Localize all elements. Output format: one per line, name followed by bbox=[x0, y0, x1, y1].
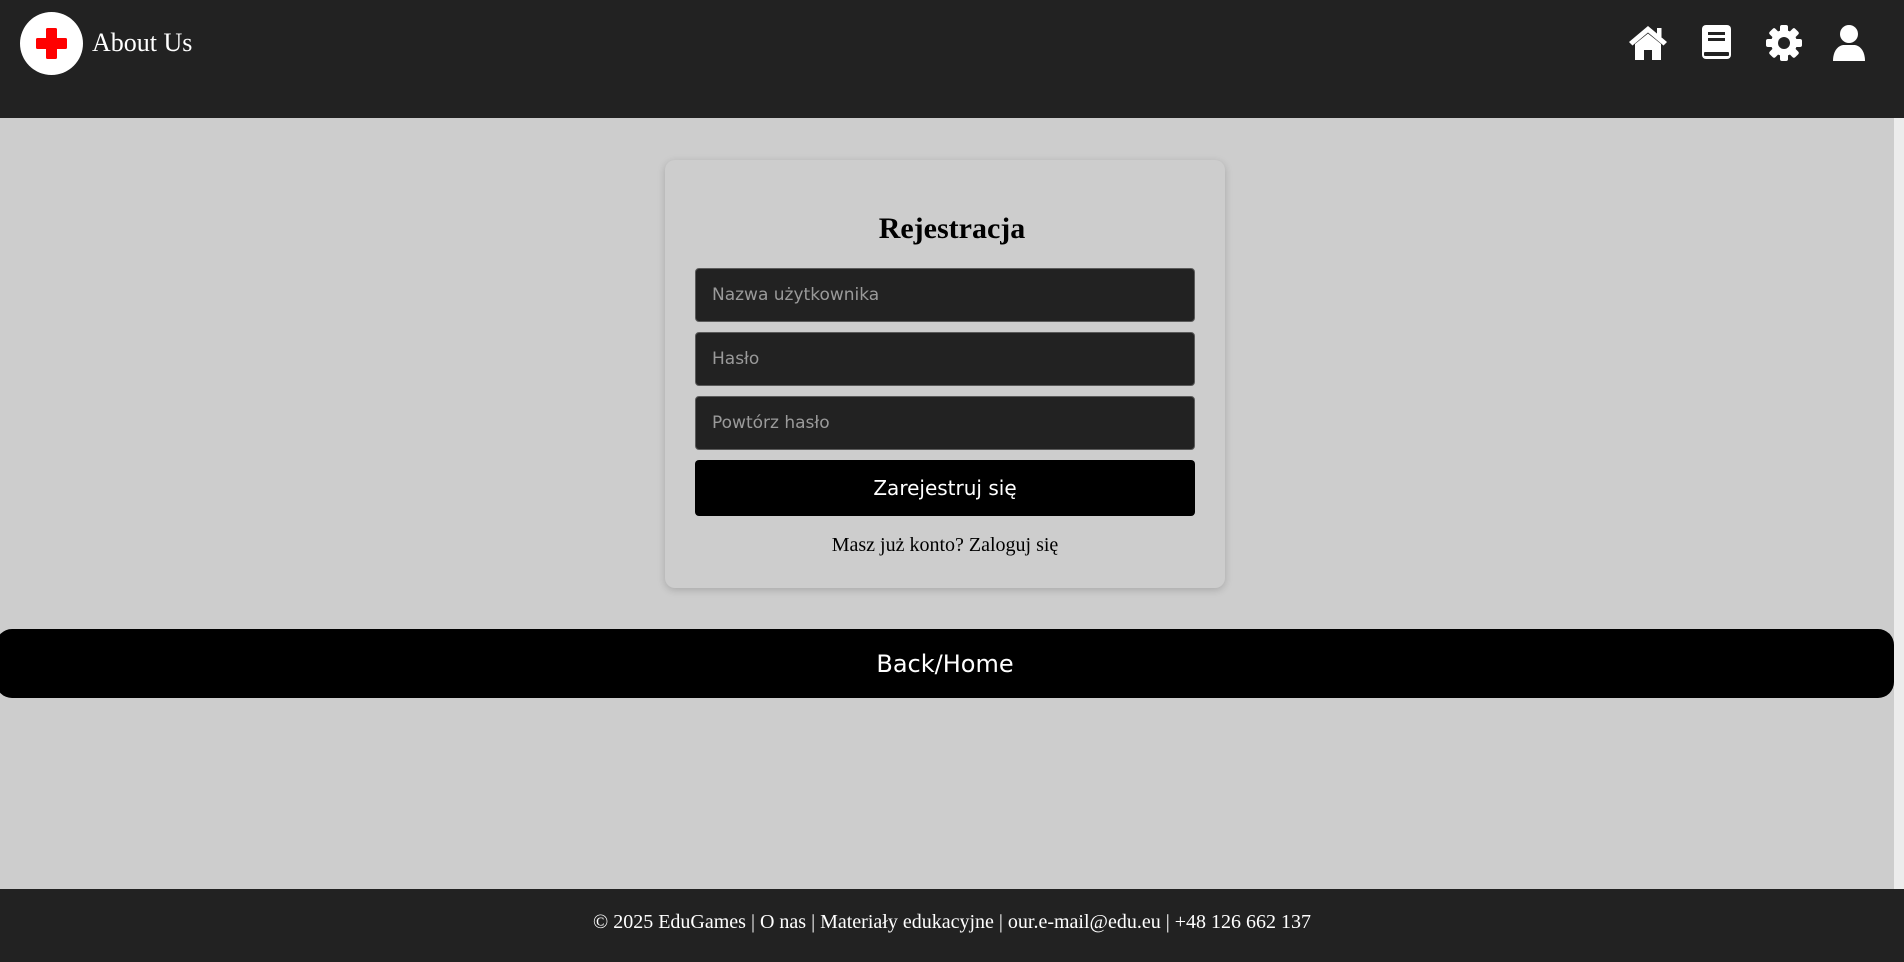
footer-text: © 2025 EduGames | O nas | Materiały eduk… bbox=[593, 911, 1311, 933]
footer: © 2025 EduGames | O nas | Materiały eduk… bbox=[0, 889, 1904, 962]
login-prompt: Masz już konto? Zaloguj się bbox=[665, 534, 1225, 557]
gear-icon[interactable] bbox=[1765, 24, 1807, 64]
login-link[interactable]: Zaloguj się bbox=[969, 534, 1058, 556]
register-button[interactable]: Zarejestruj się bbox=[695, 460, 1195, 516]
username-input[interactable] bbox=[695, 268, 1195, 322]
top-header: About Us bbox=[0, 0, 1904, 118]
form-title: Rejestracja bbox=[878, 212, 1026, 245]
logo[interactable] bbox=[20, 12, 83, 75]
home-icon[interactable] bbox=[1627, 24, 1669, 64]
page-title[interactable]: About Us bbox=[92, 26, 192, 60]
password-input[interactable] bbox=[695, 332, 1195, 386]
back-home-button[interactable]: Back/Home bbox=[0, 629, 1894, 698]
user-icon[interactable] bbox=[1832, 24, 1874, 64]
red-cross-icon bbox=[36, 28, 67, 59]
repeat-password-input[interactable] bbox=[695, 396, 1195, 450]
login-prompt-text: Masz już konto? bbox=[831, 534, 964, 556]
book-icon[interactable] bbox=[1701, 24, 1743, 64]
